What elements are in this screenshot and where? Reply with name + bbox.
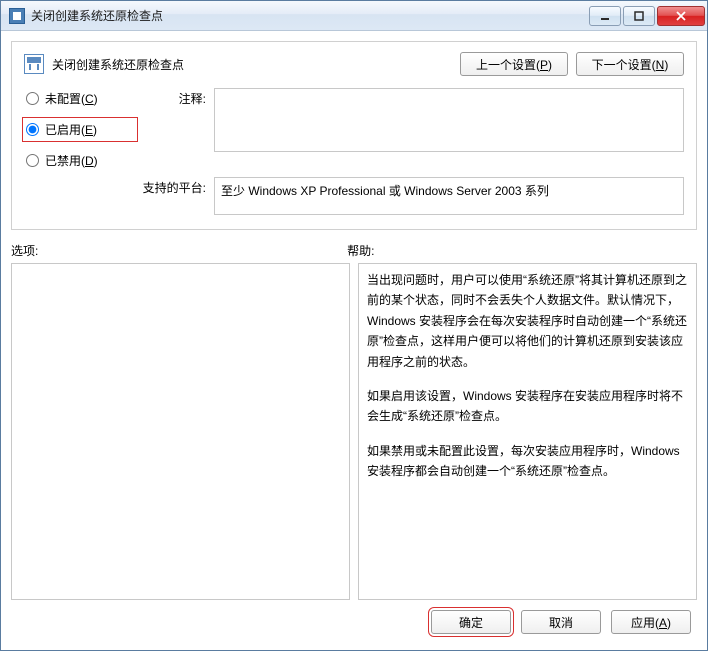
- radio-enabled[interactable]: 已启用(E): [24, 119, 136, 140]
- help-label: 帮助:: [347, 242, 374, 259]
- pane-labels: 选项: 帮助:: [11, 242, 697, 259]
- options-pane: [11, 263, 350, 600]
- window-title: 关闭创建系统还原检查点: [31, 7, 587, 24]
- apply-button[interactable]: 应用(A): [611, 610, 691, 634]
- content-area: 关闭创建系统还原检查点 上一个设置(P) 下一个设置(N) 未配置(C): [1, 31, 707, 650]
- cancel-button[interactable]: 取消: [521, 610, 601, 634]
- radio-disabled-label: 已禁用(D): [45, 152, 98, 169]
- help-pane: 当出现问题时，用户可以使用“系统还原”将其计算机还原到之前的某个状态，同时不会丢…: [358, 263, 697, 600]
- ok-button[interactable]: 确定: [431, 610, 511, 634]
- minimize-icon: [600, 11, 610, 21]
- note-textarea[interactable]: [214, 88, 684, 152]
- previous-setting-button[interactable]: 上一个设置(P): [460, 52, 568, 76]
- radio-not-configured-input[interactable]: [26, 92, 39, 105]
- next-setting-label: 下一个设置(N): [592, 56, 669, 73]
- radio-disabled-input[interactable]: [26, 154, 39, 167]
- radio-enabled-input[interactable]: [26, 123, 39, 136]
- radio-enabled-label: 已启用(E): [45, 121, 97, 138]
- config-grid: 未配置(C) 已启用(E) 已禁用(D) 注释: 支持的平台:: [24, 88, 684, 215]
- dialog-buttons: 确定 取消 应用(A): [11, 600, 697, 640]
- policy-icon: [24, 54, 44, 74]
- lower-panes: 当出现问题时，用户可以使用“系统还原”将其计算机还原到之前的某个状态，同时不会丢…: [11, 263, 697, 600]
- note-label: 注释:: [138, 88, 212, 107]
- app-icon: [9, 8, 25, 24]
- state-radio-group: 未配置(C) 已启用(E) 已禁用(D): [24, 88, 136, 171]
- supported-platform-value: 至少 Windows XP Professional 或 Windows Ser…: [214, 177, 684, 215]
- panel-title: 关闭创建系统还原检查点: [52, 56, 184, 73]
- apply-button-label: 应用(A): [631, 614, 671, 631]
- radio-not-configured[interactable]: 未配置(C): [24, 88, 136, 109]
- radio-disabled[interactable]: 已禁用(D): [24, 150, 136, 171]
- radio-not-configured-label: 未配置(C): [45, 90, 98, 107]
- close-button[interactable]: [657, 6, 705, 26]
- top-panel: 关闭创建系统还原检查点 上一个设置(P) 下一个设置(N) 未配置(C): [11, 41, 697, 230]
- maximize-icon: [634, 11, 644, 21]
- panel-header: 关闭创建系统还原检查点 上一个设置(P) 下一个设置(N): [24, 52, 684, 76]
- options-label: 选项:: [11, 242, 347, 259]
- previous-setting-label: 上一个设置(P): [476, 56, 552, 73]
- platform-label: 支持的平台:: [138, 177, 212, 196]
- maximize-button[interactable]: [623, 6, 655, 26]
- window-controls: [587, 6, 705, 26]
- help-paragraph: 如果启用该设置，Windows 安装程序在安装应用程序时将不会生成“系统还原”检…: [367, 386, 688, 427]
- help-paragraph: 当出现问题时，用户可以使用“系统还原”将其计算机还原到之前的某个状态，同时不会丢…: [367, 270, 688, 372]
- dialog-window: 关闭创建系统还原检查点 关闭创建系统还原检查点 上一个设置(: [0, 0, 708, 651]
- title-bar: 关闭创建系统还原检查点: [1, 1, 707, 31]
- next-setting-button[interactable]: 下一个设置(N): [576, 52, 684, 76]
- close-icon: [676, 11, 686, 21]
- help-paragraph: 如果禁用或未配置此设置，每次安装应用程序时，Windows 安装程序都会自动创建…: [367, 441, 688, 482]
- minimize-button[interactable]: [589, 6, 621, 26]
